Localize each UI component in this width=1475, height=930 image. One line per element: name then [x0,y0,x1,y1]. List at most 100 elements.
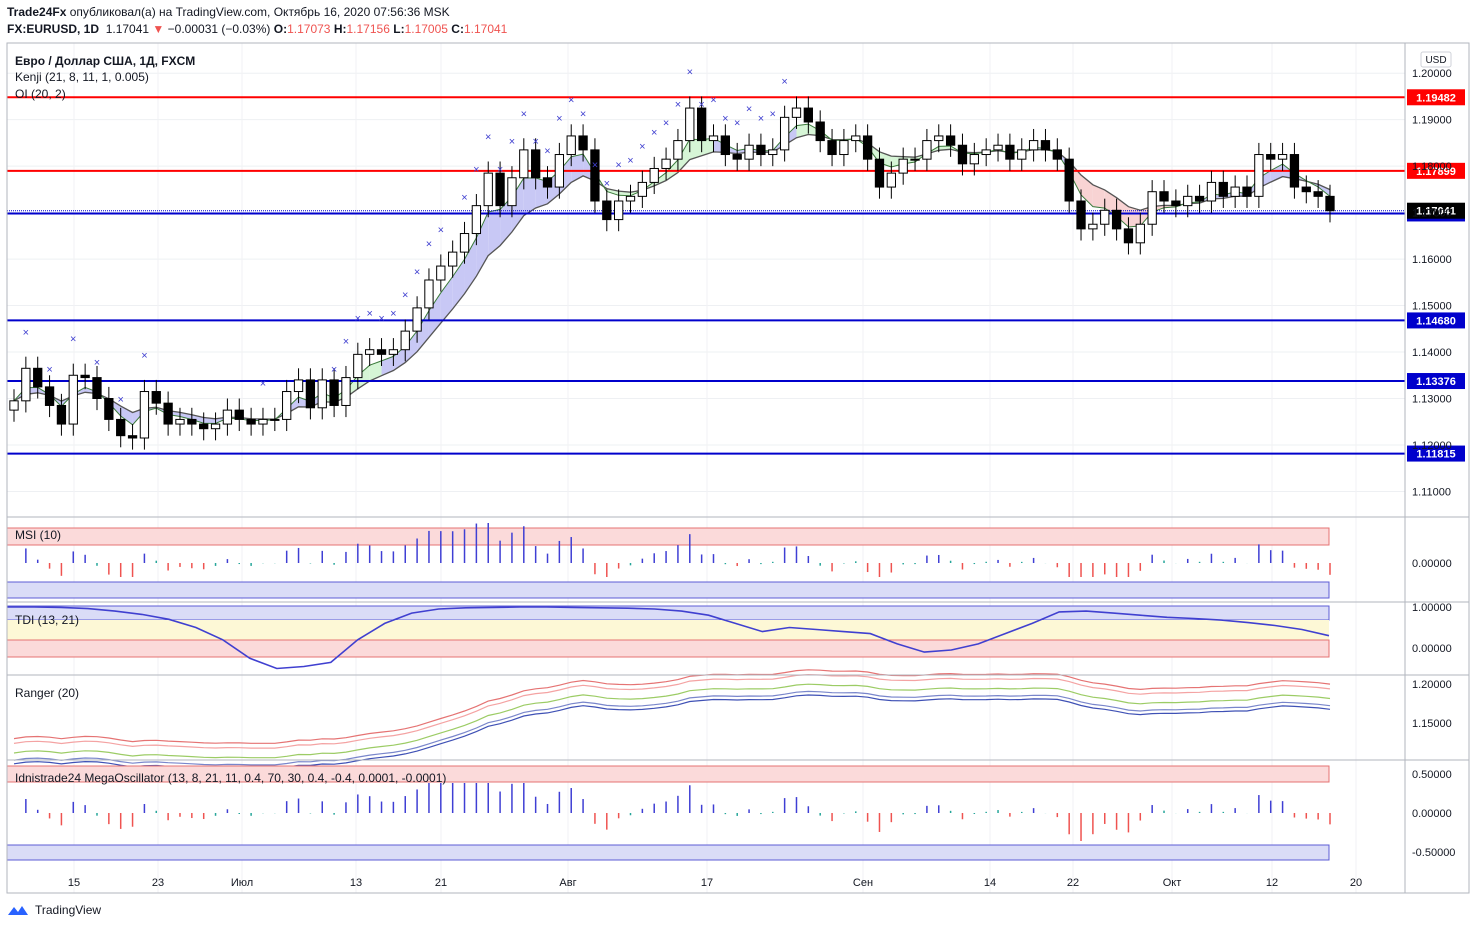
cross-icon: × [556,113,562,125]
candle-body [981,149,991,156]
x-tick-label: 12 [1266,877,1278,889]
candle-body [376,349,387,355]
price-levels: 1.194821.178991.169821.146801.133761.118… [7,89,1465,462]
footer: TradingView [7,903,101,917]
candle-body [1076,200,1086,230]
candle-body [993,144,1003,151]
candle-body [104,398,114,420]
y-tick-label: 1.11000 [1412,486,1451,498]
candle-body [625,195,636,202]
indicator-panes [6,523,1331,861]
candle-body [1242,186,1252,197]
candle-body [44,386,55,406]
candle-body [258,418,268,425]
candle-body [910,158,920,161]
mega-label: Idnistrade24 MegaOscillator (13, 8, 21, … [15,771,446,785]
candle-body [1159,191,1169,202]
candle-body [210,423,221,430]
cross-icon: × [343,336,349,348]
slow-ma-line [13,133,1331,420]
x-tick-label: Авг [559,877,576,889]
cross-icon: × [615,159,621,171]
candle-body [1266,154,1276,160]
candle-body [613,200,624,221]
x-tick-label: 21 [435,877,447,889]
y-tick-label: 1.14000 [1412,347,1452,359]
candle-body [791,107,802,118]
candle-body [1028,140,1039,151]
x-tick-label: 20 [1350,877,1362,889]
cross-icon: × [544,146,550,158]
tdi-lower-zone [6,639,1330,658]
ranger-line [13,673,1331,749]
candle-body [732,154,742,160]
x-tick-label: Сен [853,877,873,889]
cross-icon: × [568,94,574,106]
candle-body [1052,149,1062,160]
indicator-bands [13,123,1331,426]
candle-body [400,330,410,351]
candle-body [827,140,837,156]
cross-icon: × [355,313,361,325]
candle-body [1194,195,1205,202]
candle-body [471,205,482,235]
cross-icon: × [675,99,681,111]
cross-icon: × [426,238,432,250]
candle-body [661,158,671,169]
cross-icon: × [722,113,728,125]
candle-body [685,107,695,142]
cross-icon: × [485,132,491,144]
y-tick-label: 1.19000 [1412,115,1452,127]
ranger-label: Ranger (20) [15,686,79,700]
kenji-label: Kenji (21, 8, 11, 1, 0.005) [15,70,149,84]
pane-y-tick-label: 0.00000 [1412,808,1452,820]
cross-icon: × [746,104,752,116]
candle-body [388,349,399,355]
cross-icon: × [770,108,776,120]
candle-body [851,135,861,142]
candle-body [708,135,719,142]
pane-y-tick-label: 1.15000 [1412,718,1452,730]
candle-body [507,177,517,207]
candle-body [1254,154,1264,197]
cross-icon: × [414,266,420,278]
candle-body [590,149,600,202]
x-tick-label: 17 [701,877,713,889]
candle-body [483,172,493,207]
ranger-line [13,690,1331,766]
x-tick-label: 22 [1067,877,1079,889]
candle-body [353,353,363,379]
cross-icon: × [663,118,669,130]
cross-icon: × [402,290,408,302]
candle-body [1289,154,1300,188]
candle-body [68,374,78,425]
candle-body [365,349,375,355]
candle-body [1171,200,1181,207]
cross-icon: × [651,127,657,139]
tdi-mid-zone [7,620,1329,640]
pane-y-tick-label: 0.00000 [1412,643,1452,655]
candle-body [1017,149,1027,160]
candle-body [199,423,209,430]
cross-icon: × [473,164,479,176]
candle-body [922,140,932,160]
candle-body [720,135,731,156]
cross-icon: × [710,94,716,106]
level-label: 1.14680 [1416,315,1456,327]
cross-icon: × [604,178,610,190]
candle-body [1111,209,1122,230]
candle-body [317,379,327,409]
candle-body [1147,191,1157,225]
candle-body [1277,154,1288,160]
pane-y-tick-label: 1.00000 [1412,602,1452,614]
chart-canvas[interactable]: 1.194821.178991.169821.146801.133761.118… [0,0,1475,900]
cross-icon: × [639,141,645,153]
cross-icon: × [497,164,503,176]
cross-icon: × [461,192,467,204]
candle-body [756,144,766,156]
currency-label: USD [1425,55,1446,66]
band-segment [523,177,536,216]
y-tick-label: 1.16000 [1412,254,1452,266]
candle-body [175,418,185,425]
cross-icon: × [438,225,444,237]
